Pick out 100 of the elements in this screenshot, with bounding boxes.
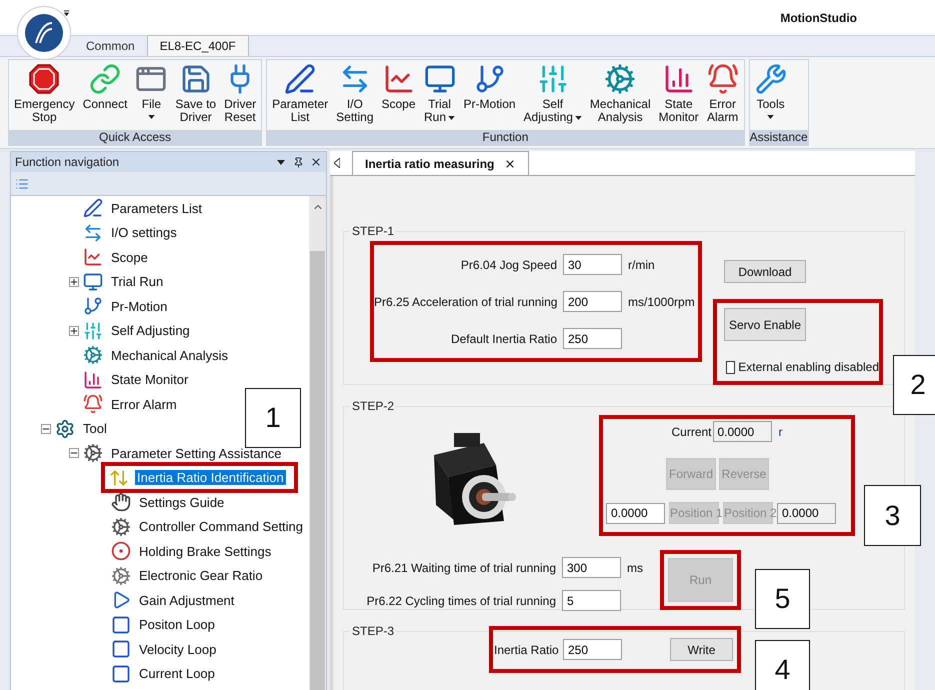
square-icon	[111, 664, 131, 684]
ribbon-button[interactable]: Emergency Stop	[11, 60, 78, 130]
ribbon-button[interactable]: File	[132, 60, 170, 130]
menu-customize-icon[interactable]	[63, 10, 70, 17]
chart-line-icon	[83, 247, 103, 268]
square-icon	[111, 639, 131, 660]
ribbon-button[interactable]: Save to Driver	[172, 60, 220, 130]
tree-item[interactable]: Positon Loop	[137, 617, 217, 632]
branch-icon	[474, 63, 506, 95]
ribbon-button[interactable]: Mechanical Analysis	[586, 60, 654, 130]
tree-item[interactable]: Parameters List	[109, 200, 204, 216]
tree-item[interactable]: State Monitor	[109, 372, 190, 388]
input-field[interactable]: 250	[563, 639, 622, 660]
download-button[interactable]: Download	[724, 260, 806, 283]
unit-label: r	[778, 424, 782, 440]
ribbon-tab[interactable]: Common	[74, 35, 147, 56]
tree-item[interactable]: Pr-Motion	[109, 298, 170, 314]
arrows-icon	[109, 468, 129, 488]
group-label: STEP-3	[351, 623, 396, 640]
wrench-icon	[754, 63, 787, 95]
ribbon-button[interactable]: Self Adjusting	[520, 60, 585, 130]
tree-item[interactable]: Velocity Loop	[137, 642, 218, 657]
ribbon-button[interactable]: Driver Reset	[221, 60, 260, 130]
tree-item[interactable]: Trial Run	[109, 274, 166, 290]
tree-item[interactable]: I/O settings	[109, 225, 179, 240]
group-label: STEP-1	[351, 223, 396, 240]
ribbon-button[interactable]: State Monitor	[656, 60, 702, 130]
gear-icon	[83, 345, 103, 366]
field-label: Current	[671, 424, 712, 440]
app-logo[interactable]	[17, 6, 71, 60]
tab-title: Inertia ratio measuring	[365, 156, 494, 172]
branch-icon	[83, 296, 103, 316]
field-label: Pr6.21 Waiting time of trial running	[371, 560, 556, 576]
ribbon-button[interactable]: Pr-Motion	[460, 60, 519, 130]
ribbon-button[interactable]: Parameter List	[269, 60, 332, 130]
expander-icon[interactable]	[69, 326, 79, 336]
tree-item[interactable]: Self Adjusting	[109, 323, 192, 338]
caret-icon	[574, 116, 582, 120]
checkbox[interactable]	[726, 360, 736, 374]
field-label: Inertia Ratio	[494, 642, 557, 658]
field-label: Pr6.25 Acceleration of trial running	[374, 294, 557, 310]
ribbon-button[interactable]: I/O Setting	[333, 60, 376, 130]
tree-item[interactable]: Error Alarm	[109, 396, 179, 412]
stop-sign-icon	[28, 63, 60, 95]
ribbon-button[interactable]: Tools	[752, 60, 790, 130]
tree-item[interactable]: Mechanical Analysis	[109, 348, 230, 363]
document-tab[interactable]: Inertia ratio measuring	[352, 151, 530, 175]
callout-number: 4	[755, 640, 810, 690]
scroll-left-icon[interactable]	[334, 158, 340, 168]
input-field[interactable]: 250	[563, 328, 622, 349]
scrollbar[interactable]	[309, 196, 326, 690]
ribbon-button[interactable]: Trial Run	[420, 60, 459, 130]
tree-item[interactable]: Settings Guide	[137, 494, 226, 510]
group-label: Assistance	[750, 130, 808, 145]
expander-icon[interactable]	[69, 448, 79, 458]
bell-icon	[706, 63, 739, 95]
dropdown-icon[interactable]	[277, 160, 285, 164]
tree-item[interactable]: Tool	[81, 421, 109, 436]
arrows-icon	[83, 222, 103, 243]
chart-line-icon	[382, 63, 415, 95]
ribbon-tab[interactable]: EL8-EC_400F	[146, 35, 249, 56]
input-field[interactable]: 30	[563, 254, 622, 275]
tree-item[interactable]: Controller Command Setting	[137, 519, 306, 534]
unit-label: ms/1000rpm	[628, 294, 695, 310]
input-field[interactable]: 5	[562, 590, 621, 611]
tree-item[interactable]: Scope	[109, 250, 150, 265]
close-icon[interactable]	[504, 158, 516, 170]
tree-item[interactable]: Electronic Gear Ratio	[137, 568, 265, 584]
tree-item[interactable]: Inertia Ratio Identification	[135, 470, 286, 486]
callout-number: 1	[245, 388, 301, 448]
tree-item[interactable]: Gain Adjustment	[137, 592, 236, 608]
tree-item[interactable]: Parameter Setting Assistance	[109, 446, 284, 461]
sliders-icon	[83, 320, 103, 341]
bar-chart-icon	[83, 370, 103, 390]
caret-icon	[767, 115, 774, 119]
group-label: STEP-2	[351, 398, 396, 415]
callout-number: 5	[755, 569, 810, 629]
close-icon[interactable]	[310, 156, 322, 168]
tree-item[interactable]: Current Loop	[137, 666, 217, 682]
group-label: Function	[267, 130, 744, 145]
expander-icon[interactable]	[69, 276, 79, 287]
expander-icon[interactable]	[41, 424, 51, 434]
write-button[interactable]: Write	[670, 638, 733, 661]
input-field[interactable]: 0.0000	[712, 421, 772, 442]
gear-icon	[604, 63, 636, 95]
unit-label: ms	[627, 560, 643, 576]
list-icon[interactable]	[15, 176, 29, 190]
callout-number: 3	[864, 485, 921, 546]
checkbox-label: External enabling disabled	[738, 359, 879, 376]
tree-item[interactable]: Holding Brake Settings	[137, 544, 274, 559]
ribbon-button[interactable]: Connect	[80, 60, 130, 130]
input-field[interactable]: 300	[562, 557, 621, 578]
servo-enable-button[interactable]: Servo Enable	[724, 308, 806, 341]
ribbon-button[interactable]: Scope	[378, 60, 419, 130]
field-label: Default Inertia Ratio	[450, 330, 557, 348]
ribbon-button[interactable]: Error Alarm	[704, 60, 742, 130]
pin-icon[interactable]	[293, 156, 304, 168]
scrollbar-thumb[interactable]	[310, 251, 325, 690]
input-field[interactable]: 200	[563, 291, 622, 312]
hand-icon	[111, 492, 131, 512]
